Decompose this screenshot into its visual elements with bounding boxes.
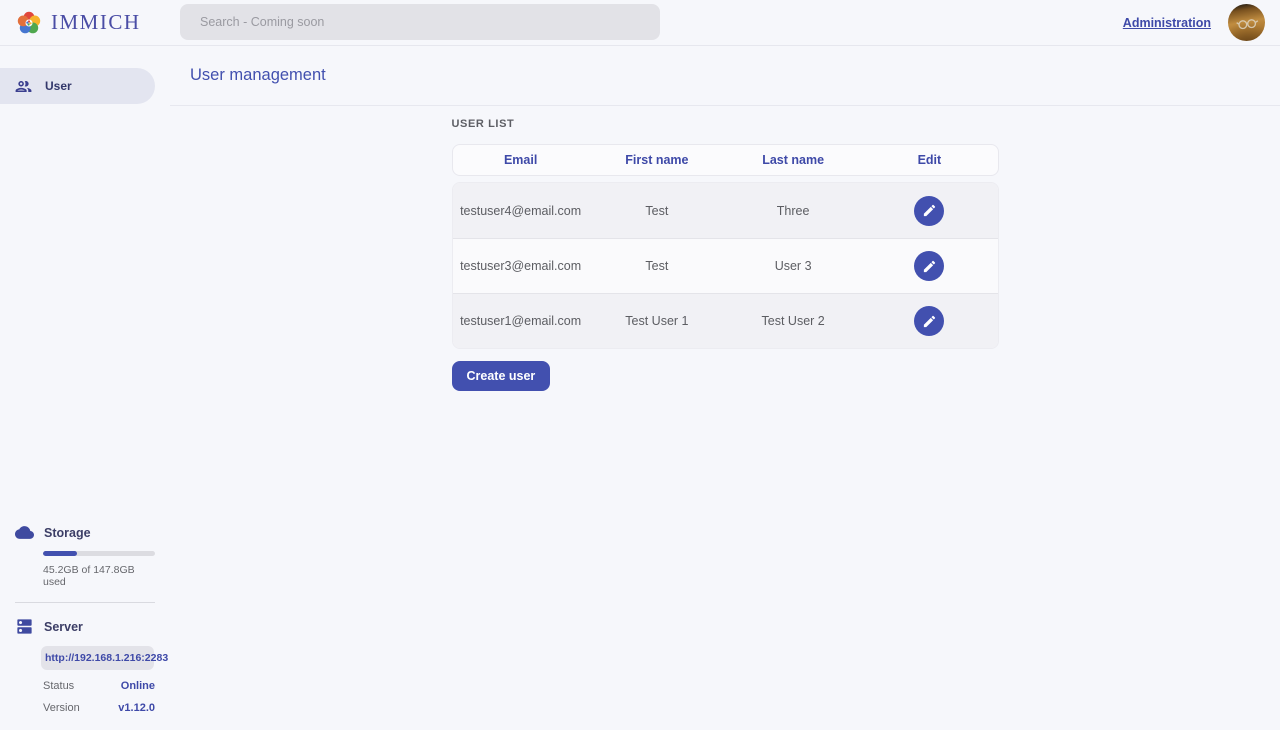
edit-user-button[interactable] bbox=[914, 251, 944, 281]
server-status-row: Status Online bbox=[43, 680, 155, 692]
server-version-row: Version v1.12.0 bbox=[43, 702, 155, 714]
sidebar: User Storage 45.2GB of 147.8GB used bbox=[0, 46, 170, 729]
user-list-section: USER LIST Email First name Last name Edi… bbox=[452, 118, 999, 391]
brand-wordmark: IMMICH bbox=[51, 10, 141, 35]
column-header-email: Email bbox=[453, 153, 589, 167]
search-input[interactable] bbox=[180, 4, 660, 40]
storage-usage-text: 45.2GB of 147.8GB used bbox=[43, 564, 155, 588]
cell-email: testuser4@email.com bbox=[453, 204, 589, 218]
section-label: USER LIST bbox=[452, 118, 999, 130]
top-bar: IMMICH Administration bbox=[0, 0, 1280, 46]
user-avatar[interactable] bbox=[1228, 4, 1265, 41]
storage-title: Storage bbox=[44, 526, 91, 540]
glasses-photo bbox=[1232, 8, 1262, 38]
app-layout: User Storage 45.2GB of 147.8GB used bbox=[0, 46, 1280, 729]
people-group-icon bbox=[14, 77, 33, 96]
column-header-edit: Edit bbox=[861, 153, 997, 167]
status-value: Online bbox=[121, 680, 155, 692]
edit-user-button[interactable] bbox=[914, 196, 944, 226]
cell-last-name: User 3 bbox=[725, 259, 861, 273]
status-label: Status bbox=[43, 680, 74, 692]
server-widget: Server http://192.168.1.216:2283 Status … bbox=[15, 617, 155, 714]
column-header-last-name: Last name bbox=[725, 153, 861, 167]
pencil-icon bbox=[922, 314, 937, 329]
cell-first-name: Test bbox=[589, 259, 725, 273]
version-value: v1.12.0 bbox=[118, 702, 155, 714]
sidebar-item-user[interactable]: User bbox=[0, 68, 155, 104]
storage-widget: Storage 45.2GB of 147.8GB used bbox=[15, 523, 155, 588]
cell-last-name: Three bbox=[725, 204, 861, 218]
table-row: testuser1@email.com Test User 1 Test Use… bbox=[453, 293, 998, 348]
administration-link[interactable]: Administration bbox=[1123, 16, 1211, 30]
page-title: User management bbox=[190, 66, 326, 85]
topbar-right: Administration bbox=[1123, 4, 1280, 41]
pencil-icon bbox=[922, 203, 937, 218]
server-url-chip: http://192.168.1.216:2283 bbox=[41, 646, 154, 670]
cell-email: testuser1@email.com bbox=[453, 314, 589, 328]
create-user-button[interactable]: Create user bbox=[452, 361, 551, 391]
cell-first-name: Test bbox=[589, 204, 725, 218]
user-table: testuser4@email.com Test Three testuser3… bbox=[452, 182, 999, 349]
table-row: testuser3@email.com Test User 3 bbox=[453, 238, 998, 293]
cell-first-name: Test User 1 bbox=[589, 314, 725, 328]
storage-progress-bar bbox=[43, 551, 155, 556]
cell-last-name: Test User 2 bbox=[725, 314, 861, 328]
cloud-icon bbox=[15, 523, 34, 542]
content-header: User management bbox=[170, 46, 1280, 106]
sidebar-item-user-label: User bbox=[45, 79, 72, 93]
version-label: Version bbox=[43, 702, 80, 714]
pencil-icon bbox=[922, 259, 937, 274]
edit-user-button[interactable] bbox=[914, 306, 944, 336]
brand[interactable]: IMMICH bbox=[0, 10, 141, 36]
sidebar-divider bbox=[15, 602, 155, 603]
immich-logo-icon bbox=[16, 10, 42, 36]
main-content: User management USER LIST Email First na… bbox=[170, 46, 1280, 729]
table-header-row: Email First name Last name Edit bbox=[452, 144, 999, 176]
server-title: Server bbox=[44, 620, 83, 634]
column-header-first-name: First name bbox=[589, 153, 725, 167]
storage-progress-fill bbox=[43, 551, 77, 556]
sidebar-bottom: Storage 45.2GB of 147.8GB used Server ht… bbox=[0, 523, 170, 714]
table-row: testuser4@email.com Test Three bbox=[453, 183, 998, 238]
server-dns-icon bbox=[15, 617, 34, 636]
cell-email: testuser3@email.com bbox=[453, 259, 589, 273]
